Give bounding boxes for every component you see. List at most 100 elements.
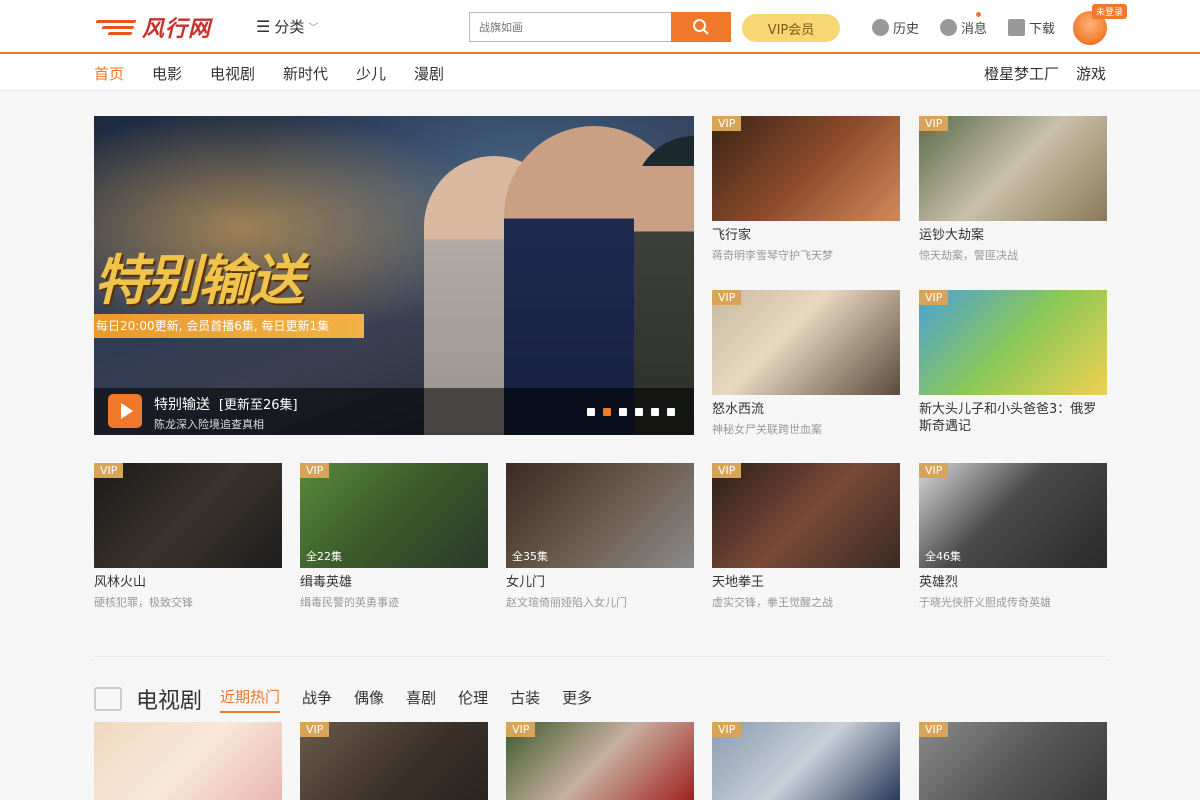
category-label: 分类	[274, 18, 305, 36]
video-thumbnail[interactable]: VIP	[300, 722, 488, 800]
nav-item-comic[interactable]: 漫剧	[414, 63, 444, 84]
nav-item-tv[interactable]: 电视剧	[210, 63, 255, 84]
vip-badge: VIP	[712, 722, 742, 737]
messages-label: 消息	[961, 22, 988, 37]
video-subtitle: 惊天劫案，警匪决战	[919, 249, 1018, 262]
tab-more[interactable]: 更多	[562, 687, 592, 712]
video-subtitle: 于晓光侠肝义胆成传奇英雄	[919, 596, 1051, 609]
video-title: 风林火山	[94, 575, 147, 590]
play-icon[interactable]	[108, 394, 142, 428]
nav-item-new-era[interactable]: 新时代	[283, 63, 328, 84]
video-title: 缉毒英雄	[300, 575, 353, 590]
vip-badge: VIP	[919, 290, 949, 305]
carousel-dot[interactable]	[603, 408, 611, 416]
nav-item-movie[interactable]: 电影	[152, 63, 182, 84]
nav-item-games[interactable]: 游戏	[1076, 63, 1106, 84]
download-label: 下载	[1029, 22, 1056, 37]
hero-banner[interactable]: 特别输送 每日20:00更新, 会员首播6集, 每日更新1集 特别输送 [更新至…	[94, 116, 694, 435]
logo[interactable]: 风行网	[95, 12, 212, 42]
vip-badge: VIP	[919, 722, 949, 737]
video-thumbnail: 全35集	[506, 463, 694, 568]
history-button[interactable]: 历史	[872, 18, 919, 37]
logo-text: 风行网	[142, 17, 212, 42]
video-title: 怒水西流	[712, 402, 765, 417]
tab-comedy[interactable]: 喜剧	[406, 687, 436, 712]
video-thumbnail[interactable]	[94, 722, 282, 800]
tv-section-header: 电视剧 近期热门 战争 偶像 喜剧 伦理 古装 更多	[94, 683, 614, 715]
chevron-down-icon: ﹀	[308, 23, 319, 34]
video-thumbnail: VIP 全46集	[919, 463, 1107, 568]
video-subtitle: 赵文瑄倚丽娅陷入女儿门	[506, 596, 627, 609]
main-nav: 首页 电影 电视剧 新时代 少儿 漫剧 橙星梦工厂 游戏	[0, 54, 1200, 91]
hero-big-title: 特别输送	[94, 249, 304, 312]
tab-idol[interactable]: 偶像	[354, 687, 384, 712]
hero-ribbon: 每日20:00更新, 会员首播6集, 每日更新1集	[94, 314, 364, 338]
hero-show-title: 特别输送 [更新至26集]	[154, 394, 298, 414]
episode-count: 全46集	[925, 550, 961, 563]
category-menu[interactable]: ☰ 分类 ﹀	[256, 16, 318, 37]
section-divider	[94, 656, 1106, 657]
vip-badge: VIP	[919, 116, 949, 131]
nav-item-orange-star[interactable]: 橙星梦工厂	[984, 63, 1059, 84]
history-label: 历史	[893, 22, 920, 37]
vip-label: VIP会员	[767, 22, 815, 38]
vip-badge: VIP	[300, 463, 330, 478]
video-thumbnail[interactable]: VIP	[919, 722, 1107, 800]
tab-war[interactable]: 战争	[302, 687, 332, 712]
video-title: 女儿门	[506, 575, 546, 590]
carousel-dot[interactable]	[587, 408, 595, 416]
section-title: 电视剧	[136, 689, 203, 714]
messages-button[interactable]: 消息	[940, 18, 987, 37]
video-title: 飞行家	[712, 228, 752, 243]
tab-recent-hot[interactable]: 近期热门	[220, 686, 281, 713]
tv-icon	[94, 687, 122, 711]
video-title: 新大头儿子和小头爸爸3：俄罗斯奇遇记	[919, 402, 1097, 434]
video-thumbnail[interactable]: VIP	[712, 722, 900, 800]
video-card[interactable]: VIP 全22集 缉毒英雄 缉毒民警的英勇事迹	[300, 463, 488, 610]
video-subtitle: 神秘女尸关联跨世血案	[712, 423, 822, 436]
carousel-dot[interactable]	[651, 408, 659, 416]
video-subtitle: 蒋奇明李雪琴守护飞天梦	[712, 249, 833, 262]
video-thumbnail: VIP	[919, 290, 1107, 395]
video-thumbnail: VIP	[712, 290, 900, 395]
video-card[interactable]: VIP 新大头儿子和小头爸爸3：俄罗斯奇遇记	[919, 290, 1107, 435]
episode-count: 全35集	[512, 550, 548, 563]
video-thumbnail[interactable]: VIP	[506, 722, 694, 800]
search-button[interactable]	[671, 12, 731, 42]
hero-status: [更新至26集]	[218, 398, 298, 413]
video-card[interactable]: VIP 怒水西流 神秘女尸关联跨世血案	[712, 290, 900, 437]
logo-mark	[95, 16, 140, 38]
vip-badge: VIP	[919, 463, 949, 478]
video-card[interactable]: VIP 全46集 英雄烈 于晓光侠肝义胆成传奇英雄	[919, 463, 1107, 610]
video-thumbnail: VIP	[712, 463, 900, 568]
carousel-dot[interactable]	[635, 408, 643, 416]
nav-item-kids[interactable]: 少儿	[356, 63, 386, 84]
vip-badge: VIP	[94, 463, 124, 478]
search-icon	[693, 19, 709, 35]
vip-badge: VIP	[712, 463, 742, 478]
carousel-dot[interactable]	[667, 408, 675, 416]
video-card[interactable]: VIP 运钞大劫案 惊天劫案，警匪决战	[919, 116, 1107, 263]
search-input[interactable]	[469, 12, 671, 42]
video-thumbnail: VIP	[712, 116, 900, 221]
tab-costume[interactable]: 古装	[510, 687, 540, 712]
video-card[interactable]: 全35集 女儿门 赵文瑄倚丽娅陷入女儿门	[506, 463, 694, 610]
video-card[interactable]: VIP 风林火山 硬核犯罪，极致交锋	[94, 463, 282, 610]
nav-item-home[interactable]: 首页	[94, 63, 124, 84]
video-thumbnail: VIP	[94, 463, 282, 568]
tab-ethics[interactable]: 伦理	[458, 687, 488, 712]
video-title: 天地拳王	[712, 575, 765, 590]
video-thumbnail: VIP	[919, 116, 1107, 221]
download-button[interactable]: 下载	[1008, 18, 1055, 37]
video-card[interactable]: VIP 天地拳王 虚实交锋，拳王觉醒之战	[712, 463, 900, 610]
video-card[interactable]: VIP 飞行家 蒋奇明李雪琴守护飞天梦	[712, 116, 900, 263]
episode-count: 全22集	[306, 550, 342, 563]
video-subtitle: 缉毒民警的英勇事迹	[300, 596, 399, 609]
vip-badge: VIP	[506, 722, 536, 737]
vip-badge: VIP	[712, 116, 742, 131]
message-icon	[940, 19, 957, 36]
login-badge[interactable]: 未登录	[1092, 4, 1128, 19]
video-title: 英雄烈	[919, 575, 959, 590]
vip-button[interactable]: VIP会员	[742, 14, 840, 42]
carousel-dot[interactable]	[619, 408, 627, 416]
